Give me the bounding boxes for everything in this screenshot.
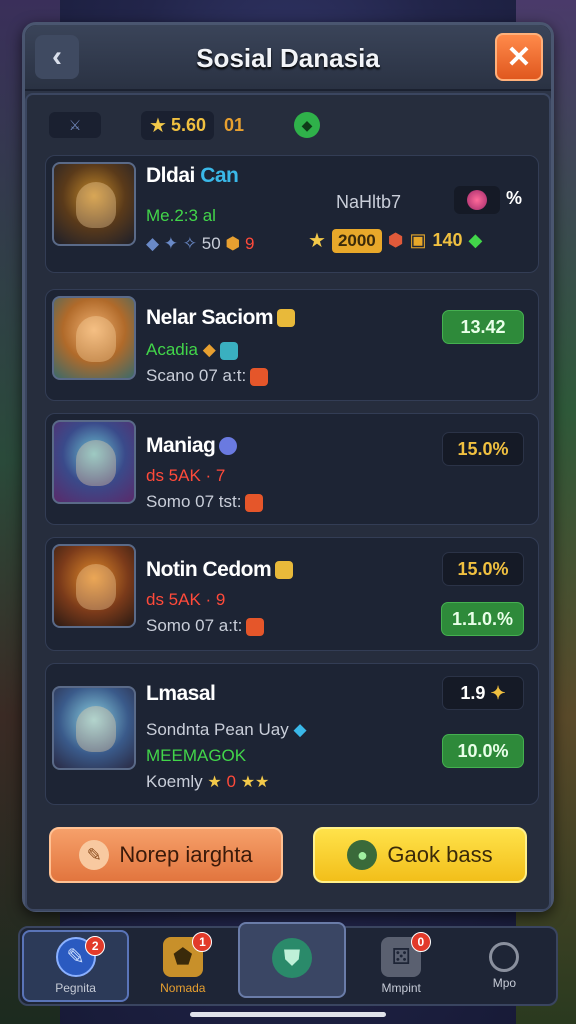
panel-title: Sosial Danasia (196, 43, 380, 73)
friend-name: Nelar Saciom (146, 306, 296, 330)
pouch-icon: ● (347, 840, 378, 870)
rank-icon (275, 561, 294, 580)
gold-amount: 2000 (331, 228, 382, 253)
close-button[interactable]: ✕ (495, 33, 543, 81)
rank-badge[interactable] (454, 186, 500, 214)
avatar (52, 420, 136, 504)
friend-status: Sondnta Pean Uay ◆ (146, 720, 307, 739)
rank-label: NaHltb7 (336, 192, 402, 212)
claim-button[interactable]: ● Gaok bass (313, 827, 527, 883)
friend-activity: Scano 07 a:t: (146, 366, 269, 386)
home-indicator[interactable] (190, 1012, 386, 1017)
star-icon: ★ (149, 114, 167, 137)
avatar (52, 162, 136, 246)
notification-badge: 2 (85, 936, 106, 956)
avatar (52, 686, 136, 770)
avatar (52, 296, 136, 380)
nav-item-center[interactable]: ⛊ (238, 922, 346, 998)
friend-guild: MEEMAGOK (146, 746, 247, 765)
notification-badge: 0 (410, 932, 431, 952)
social-panel: ‹ Sosial Danasia ✕ ⚔ ★ 5.60 01 ◆ Dldai C… (22, 22, 554, 912)
gold-counter: ★ 5.60 (141, 110, 214, 140)
bottom-nav: ✎ Pegnita 2 ⬟ Nomada 1 ⛊ ⚄ Mmpint 0 Mpo (18, 922, 558, 1006)
sword-icon: ⚔ (68, 116, 82, 133)
friend-activity: Somo 07 a:t: (146, 616, 265, 636)
nav-item-mmpint[interactable]: ⚄ Mmpint 0 (350, 928, 453, 1004)
send-gift-button[interactable]: ✎ Norep iarghta (49, 827, 283, 883)
friend-name: Maniag (146, 434, 238, 458)
gem-icon[interactable]: ◆ (294, 112, 321, 138)
flame-icon (246, 617, 265, 636)
score-badge: 1.9 ✦ (442, 676, 524, 710)
friend-card[interactable]: Lmasal Sondnta Pean Uay ◆ MEEMAGOK Koeml… (45, 663, 539, 805)
percent-badge: 10.0% (442, 734, 524, 768)
shield-icon: ⛊ (272, 938, 312, 978)
friend-card[interactable]: Dldai Can Me.2:3 al ◆ ✦ ✧ 50 ⬢ 9 NaHltb7… (45, 155, 539, 273)
friend-name: Dldai Can (146, 164, 239, 187)
filter-toggle[interactable]: ⚔ (49, 112, 101, 138)
gem-icon (219, 341, 238, 360)
currency-row: ⚔ ★ 5.60 01 ◆ (49, 110, 321, 140)
friend-activity: Koemly ★ 0 ★★ (146, 772, 270, 791)
chest-icon: ⬢ (387, 230, 404, 250)
star-icon: ★ (308, 230, 326, 252)
friend-status: ds 5AK · 7 (146, 466, 226, 485)
scroll-icon: ▣ (409, 230, 427, 250)
score-badge: 13.42 (442, 310, 524, 344)
notification-badge: 1 (192, 932, 213, 952)
friend-status: Acadia ◆ (146, 340, 238, 360)
flame-icon (250, 367, 269, 386)
friend-status: Me.2:3 al (146, 206, 216, 225)
gold-suffix: 01 (223, 114, 245, 135)
friend-name: Notin Cedom (146, 558, 294, 582)
score-badge: 15.0% (442, 432, 524, 466)
friend-status: ds 5AK · 9 (146, 590, 226, 609)
panel-content: ⚔ ★ 5.60 01 ◆ Dldai Can Me.2:3 al ◆ ✦ ✧ … (25, 93, 551, 911)
rank-icon (219, 437, 238, 456)
nav-item-pegnita[interactable]: ✎ Pegnita 2 (22, 930, 130, 1002)
friend-name: Lmasal (146, 682, 216, 705)
profile-icon (489, 942, 520, 972)
leaf-icon: ◆ (468, 230, 483, 250)
nav-item-nomada[interactable]: ⬟ Nomada 1 (131, 928, 234, 1004)
reward-row: ★ 2000 ⬢ ▣ 140 ◆ (308, 228, 482, 253)
gold-value: 5.60 (170, 114, 206, 135)
emblem-icon (467, 190, 487, 210)
score-badge: 15.0% (442, 552, 524, 586)
close-icon: ✕ (506, 40, 532, 74)
nav-item-mpo[interactable]: Mpo (453, 928, 556, 1004)
rank-percent: % (506, 188, 523, 208)
avatar (52, 544, 136, 628)
panel-header: ‹ Sosial Danasia ✕ (25, 25, 551, 91)
rank-icon (277, 309, 296, 328)
friend-card[interactable]: Notin Cedom ds 5AK · 9 Somo 07 a:t: 15.0… (45, 537, 539, 651)
flame-icon (245, 493, 264, 512)
chest-amount: 140 (432, 230, 463, 250)
wrench-icon: ✎ (79, 840, 110, 870)
friend-activity: Somo 07 tst: (146, 492, 264, 512)
bolt-icon: ✦ (490, 682, 506, 703)
friend-card[interactable]: Nelar Saciom Acadia ◆ Scano 07 a:t: 13.4… (45, 289, 539, 401)
friend-card[interactable]: Maniag ds 5AK · 7 Somo 07 tst: 15.0% (45, 413, 539, 525)
friend-stats: ◆ ✦ ✧ 50 ⬢ 9 (146, 234, 255, 253)
percent-badge: 1.1.0.% (440, 602, 524, 636)
